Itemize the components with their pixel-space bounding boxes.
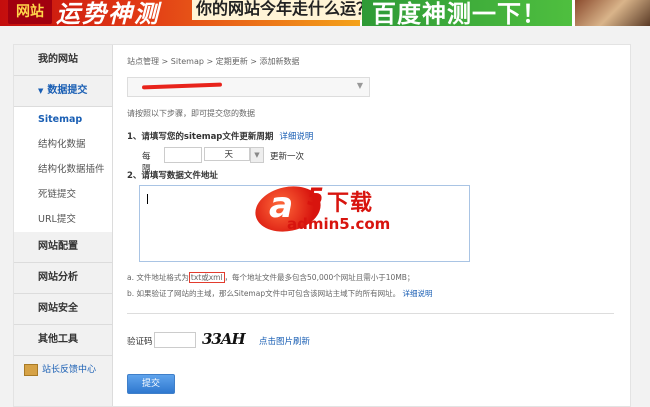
ad-cta[interactable]: 百度神测一下！ — [372, 0, 547, 26]
captcha-refresh-link[interactable]: 点击图片刷新 — [259, 335, 310, 347]
frequency-unit-select[interactable]: 天 — [204, 147, 250, 161]
sidebar-subitem-structured-plugin[interactable]: 结构化数据插件 — [14, 157, 112, 182]
breadcrumb: 站点管理 > Sitemap > 定期更新 > 添加新数据 — [127, 57, 300, 66]
frequency-suffix: 更新一次 — [270, 152, 305, 162]
sidebar-item-my-sites[interactable]: 我的网站 — [14, 45, 112, 76]
ad-logo: 网站 — [8, 0, 52, 24]
sidebar: 我的网站 ▼ 数据提交 Sitemap 结构化数据 结构化数据插件 死链提交 UR… — [14, 45, 113, 406]
sidebar-item-other-tools[interactable]: 其他工具 — [14, 325, 112, 356]
feedback-link[interactable]: 站长反馈中心 — [14, 356, 112, 384]
captcha-input[interactable] — [154, 332, 196, 348]
step1-heading: 1、请填写您的sitemap文件更新周期 详细说明 — [127, 130, 313, 142]
step1-help-link[interactable]: 详细说明 — [279, 132, 313, 142]
watermark-site: admin5.com — [287, 215, 391, 233]
frequency-input[interactable] — [164, 147, 202, 163]
triangle-down-icon: ▼ — [38, 87, 44, 95]
note-a-format: txt或xml — [188, 272, 225, 283]
note-a-prefix: a. 文件地址格式为 — [127, 273, 189, 282]
feedback-label: 站长反馈中心 — [42, 365, 97, 375]
sidebar-item-data-submit[interactable]: ▼ 数据提交 — [14, 76, 112, 107]
watermark-logo: a 5 下载 admin5.com — [251, 180, 405, 238]
sidebar-item-site-security[interactable]: 网站安全 — [14, 294, 112, 325]
sidebar-subitem-structured-data[interactable]: 结构化数据 — [14, 132, 112, 157]
ad-question: 你的网站今年走什么运？ — [192, 0, 377, 20]
site-select[interactable]: ▼ — [127, 77, 370, 97]
redaction-mark — [141, 82, 223, 90]
sidebar-subitem-sitemap[interactable]: Sitemap — [14, 107, 112, 132]
chevron-down-icon: ▼ — [356, 81, 363, 90]
sidebar-item-label: 数据提交 — [47, 85, 88, 96]
step2-heading: 2、请填写数据文件地址 — [127, 171, 218, 181]
divider — [127, 313, 614, 314]
note-b: b. 如果验证了网站的主域，那么Sitemap文件中可包含该网站主域下的所有网址… — [127, 288, 432, 299]
note-b-text: b. 如果验证了网站的主域，那么Sitemap文件中可包含该网站主域下的所有网址… — [127, 289, 401, 298]
ad-banner[interactable]: 网站 运势神测 你的网站今年走什么运？ 百度神测一下！ — [0, 0, 650, 26]
sidebar-subitem-dead-link[interactable]: 死链提交 — [14, 182, 112, 207]
note-a-suffix: ，每个地址文件最多包含50,000个网址且需小于10MB； — [224, 273, 415, 282]
watermark-word: 下载 — [327, 191, 374, 216]
captcha-image[interactable]: 33AH — [202, 328, 246, 350]
note-a: a. 文件地址格式为 txt或xml ，每个地址文件最多包含50,000个网址且需小… — [127, 272, 414, 283]
step1-title: 1、请填写您的sitemap文件更新周期 — [127, 132, 274, 142]
ad-photo — [575, 0, 650, 26]
sidebar-subitem-url-submit[interactable]: URL提交 — [14, 207, 112, 232]
note-b-help-link[interactable]: 详细说明 — [402, 289, 432, 298]
captcha-label: 验证码 — [127, 337, 153, 347]
edit-note-icon — [24, 363, 38, 376]
steps-hint: 请按照以下步骤，即可提交您的数据 — [127, 109, 255, 118]
ad-calc-text: 运势神测 — [56, 0, 160, 26]
text-cursor — [147, 194, 148, 204]
sidebar-item-site-config[interactable]: 网站配置 — [14, 232, 112, 263]
submit-button[interactable]: 提交 — [127, 374, 175, 394]
watermark-digit: 5 — [307, 183, 324, 211]
chevron-down-icon[interactable]: ▼ — [250, 147, 264, 163]
sidebar-item-site-analysis[interactable]: 网站分析 — [14, 263, 112, 294]
